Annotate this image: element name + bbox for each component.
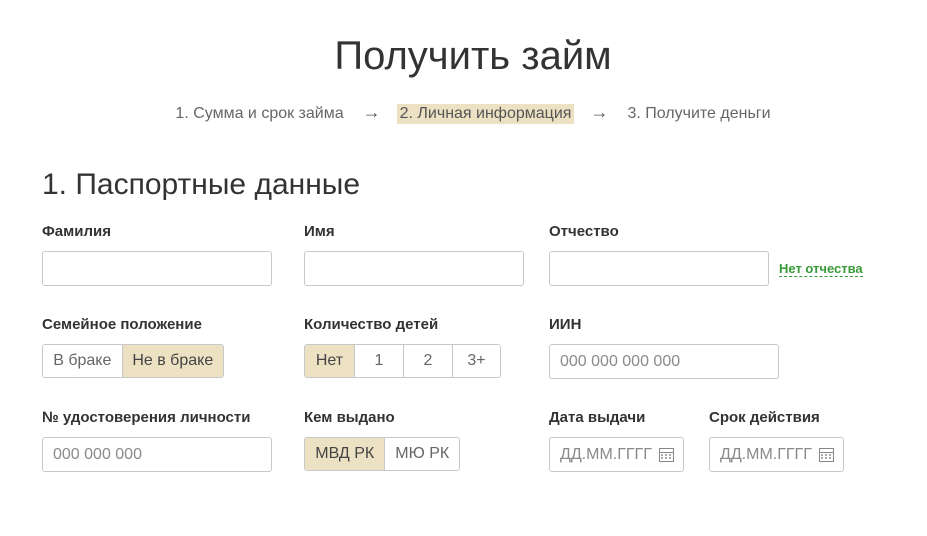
page-title: Получить займ <box>334 34 612 78</box>
issue-date-field <box>549 437 684 472</box>
patronymic-input[interactable] <box>549 251 769 286</box>
first-name-label: Имя <box>304 223 335 240</box>
iin-input[interactable] <box>549 344 779 379</box>
calendar-icon[interactable] <box>659 448 674 462</box>
id-number-input[interactable] <box>42 437 272 472</box>
issued-by-option-mvd[interactable]: МВД РК <box>305 438 385 470</box>
marital-option-married[interactable]: В браке <box>43 345 122 377</box>
step-personal-info: 2. Личная информация <box>396 104 575 124</box>
children-count-label: Количество детей <box>304 316 439 333</box>
last-name-label: Фамилия <box>42 223 111 240</box>
patronymic-label: Отчество <box>549 223 619 240</box>
children-option-none[interactable]: Нет <box>305 345 354 377</box>
last-name-input[interactable] <box>42 251 272 286</box>
id-number-label: № удостоверения личности <box>42 409 251 426</box>
issue-date-label: Дата выдачи <box>549 409 646 426</box>
marital-status-label: Семейное положение <box>42 316 202 333</box>
children-count-selector: Нет 1 2 3+ <box>304 344 501 378</box>
step-amount-term: 1. Сумма и срок займа <box>175 105 344 122</box>
arrow-right-icon: → <box>590 102 609 122</box>
marital-status-selector: В браке Не в браке <box>42 344 224 378</box>
issued-by-label: Кем выдано <box>304 409 395 426</box>
calendar-icon[interactable] <box>819 448 834 462</box>
section-title: 1. Паспортные данные <box>42 168 361 201</box>
first-name-input[interactable] <box>304 251 524 286</box>
step-get-money: 3. Получите деньги <box>627 105 771 122</box>
children-option-1[interactable]: 1 <box>354 345 403 377</box>
marital-option-not-married[interactable]: Не в браке <box>121 345 223 377</box>
children-option-2[interactable]: 2 <box>403 345 452 377</box>
arrow-right-icon: → <box>362 102 381 122</box>
issued-by-option-myu[interactable]: МЮ РК <box>384 438 459 470</box>
issued-by-selector: МВД РК МЮ РК <box>304 437 460 471</box>
iin-label: ИИН <box>549 316 582 333</box>
children-option-3plus[interactable]: 3+ <box>452 345 500 377</box>
expiry-date-field <box>709 437 844 472</box>
no-patronymic-link[interactable]: Нет отчества <box>779 261 863 277</box>
expiry-date-label: Срок действия <box>709 409 820 426</box>
progress-steps: 1. Сумма и срок займа → 2. Личная информац… <box>0 102 927 124</box>
